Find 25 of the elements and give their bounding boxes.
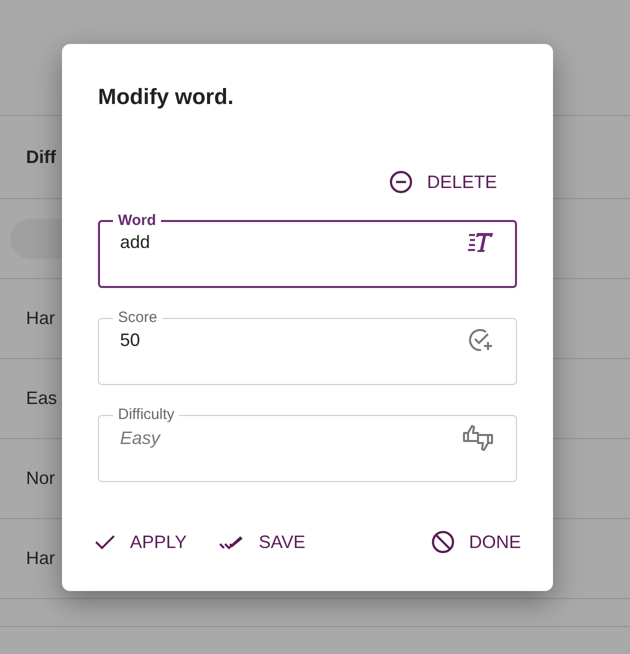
field-label: Word xyxy=(117,212,158,230)
check-icon xyxy=(94,533,116,551)
table-cell: Har xyxy=(26,548,56,569)
text-format-icon[interactable] xyxy=(468,230,494,254)
done-button[interactable]: DONE xyxy=(424,524,527,560)
delete-button[interactable]: DELETE xyxy=(382,164,503,200)
table-cell: Har xyxy=(26,308,56,329)
field-value: add xyxy=(120,231,152,253)
input-field[interactable]: Difficulty Easy xyxy=(98,406,517,482)
minus-circle-icon xyxy=(388,170,413,194)
check-plus-icon[interactable] xyxy=(468,327,494,353)
apply-button[interactable]: APPLY xyxy=(88,524,193,560)
block-icon xyxy=(430,530,455,554)
input-field[interactable]: Word add xyxy=(98,212,517,288)
field-label: Difficulty xyxy=(117,406,176,424)
dialog-title: Modify word. xyxy=(98,84,235,110)
save-button[interactable]: SAVE xyxy=(212,524,312,560)
input-field[interactable]: Score 50 xyxy=(98,309,517,385)
column-header: Diff xyxy=(26,146,56,168)
thumbs-up-down-icon[interactable] xyxy=(462,424,494,452)
table-cell: Eas xyxy=(26,388,58,409)
field-value: 50 xyxy=(120,329,142,351)
placeholder-text: Easy xyxy=(120,427,162,449)
field-label: Score xyxy=(117,309,158,327)
table-cell: Nor xyxy=(26,468,56,489)
